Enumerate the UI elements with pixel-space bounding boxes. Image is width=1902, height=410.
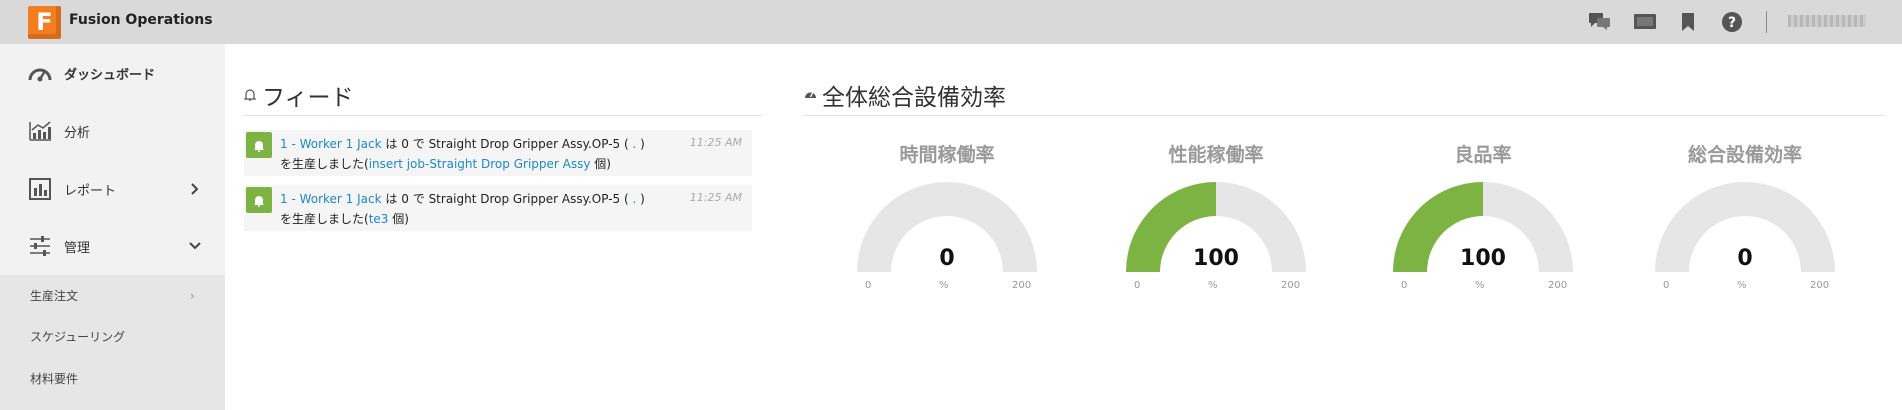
- chevron-right-icon: ›: [190, 289, 195, 303]
- app-title: Fusion Operations: [69, 12, 213, 28]
- gauge-min: 0: [1134, 280, 1141, 291]
- feed-message: 1 - Worker 1 Jack は 0 で Straight Drop Gr…: [280, 134, 690, 174]
- worker-link[interactable]: 1 - Worker 1 Jack: [280, 192, 382, 206]
- bell-icon: [246, 132, 272, 158]
- sidebar-item-management[interactable]: 管理: [0, 217, 225, 275]
- submenu-item-material-requirements[interactable]: 材料要件: [0, 357, 225, 399]
- oee-title: 全体総合設備効率: [822, 85, 1006, 111]
- order-link[interactable]: .: [633, 192, 637, 206]
- feed-timestamp: 11:25 AM: [689, 136, 742, 149]
- feed-qty: 0: [401, 192, 409, 206]
- gauge-title: 性能稼働率: [1168, 144, 1264, 166]
- sidebar: ダッシュボード 分析 レポート 管理 生産注文 › スケジューリング 材料要件: [0, 44, 225, 410]
- submenu-item-label: 材料要件: [30, 372, 79, 386]
- dashboard-gauge-icon: [805, 91, 816, 98]
- oee-header: 全体総合設備効率: [804, 78, 1884, 116]
- bell-icon: [244, 89, 256, 101]
- sidebar-item-label: ダッシュボード: [64, 67, 156, 83]
- management-submenu: 生産注文 › スケジューリング 材料要件: [0, 275, 225, 410]
- feed-item: 1 - Worker 1 Jack は 0 で Straight Drop Gr…: [244, 185, 752, 231]
- feed-text-particle: は: [385, 192, 398, 206]
- monitor-icon[interactable]: [1634, 11, 1656, 33]
- submenu-item-label: スケジューリング: [30, 330, 126, 344]
- bell-icon: [246, 187, 272, 213]
- user-name[interactable]: user: [1788, 15, 1866, 27]
- order-link[interactable]: .: [633, 137, 637, 151]
- chevron-down-icon: [189, 242, 201, 250]
- feed-product: Straight Drop Gripper Assy.OP-5 (: [428, 192, 629, 206]
- sidebar-item-label: 管理: [64, 240, 91, 256]
- feed-unit: 個): [392, 212, 409, 226]
- gauge-unit: %: [1208, 280, 1218, 291]
- gauge-value: 0: [939, 246, 955, 271]
- feed-title: フィード: [262, 85, 354, 111]
- bookmark-icon[interactable]: [1677, 11, 1699, 33]
- feed-text-particle: ): [640, 192, 645, 206]
- gauge-value: 100: [1460, 246, 1506, 271]
- feed-unit: 個): [594, 157, 611, 171]
- feed-timestamp: 11:25 AM: [689, 191, 742, 204]
- chat-icon[interactable]: [1589, 11, 1611, 33]
- feed-text-produced: を生産しました(: [280, 212, 369, 226]
- report-bar-icon: [29, 178, 51, 200]
- submenu-item-label: 生産注文: [30, 289, 79, 303]
- job-link[interactable]: insert job-Straight Drop Gripper Assy: [369, 157, 591, 171]
- submenu-item-production-orders[interactable]: 生産注文 ›: [0, 275, 225, 315]
- gauge-unit: %: [1475, 280, 1485, 291]
- gauge-title: 総合設備効率: [1687, 144, 1802, 166]
- gauge-max: 200: [1012, 280, 1032, 291]
- feed-item: 1 - Worker 1 Jack は 0 で Straight Drop Gr…: [244, 130, 752, 176]
- sidebar-item-label: 分析: [64, 125, 91, 141]
- feed-text-produced: を生産しました(: [280, 157, 369, 171]
- submenu-item-scheduling[interactable]: スケジューリング: [0, 315, 225, 357]
- sidebar-item-label: レポート: [64, 183, 117, 199]
- gauge-min: 0: [1401, 280, 1408, 291]
- top-bar: F Fusion Operations ? user: [0, 0, 1902, 44]
- gauge-min: 0: [1663, 280, 1670, 291]
- sidebar-item-dashboard[interactable]: ダッシュボード: [0, 44, 225, 102]
- gauge-max: 200: [1548, 280, 1568, 291]
- feed-qty: 0: [401, 137, 409, 151]
- svg-text:?: ?: [1728, 15, 1736, 31]
- feed-text-particle: で: [412, 137, 425, 151]
- gauge-value: 0: [1737, 246, 1753, 271]
- gauge-title: 時間稼働率: [899, 144, 995, 166]
- settings-sliders-icon: [30, 236, 50, 256]
- gauge-max: 200: [1810, 280, 1830, 291]
- gauge-max: 200: [1281, 280, 1301, 291]
- gauge-min: 0: [865, 280, 872, 291]
- gauge-performance: 性能稼働率 100 0 % 200: [1116, 140, 1316, 300]
- sidebar-item-analytics[interactable]: 分析: [0, 102, 225, 160]
- gauge-title: 良品率: [1454, 144, 1512, 166]
- feed-text-particle: ): [640, 137, 645, 151]
- feed-text-particle: は: [385, 137, 398, 151]
- chevron-right-icon: [191, 183, 199, 195]
- feed-header: フィード: [244, 78, 762, 116]
- dashboard-gauge-icon: [28, 68, 52, 82]
- topbar-divider: [1766, 11, 1767, 33]
- feed-product: Straight Drop Gripper Assy.OP-5 (: [428, 137, 629, 151]
- gauge-oee: 総合設備効率 0 0 % 200: [1645, 140, 1845, 300]
- worker-link[interactable]: 1 - Worker 1 Jack: [280, 137, 382, 151]
- feed-message: 1 - Worker 1 Jack は 0 で Straight Drop Gr…: [280, 189, 690, 229]
- gauge-unit: %: [1737, 280, 1747, 291]
- sidebar-item-reports[interactable]: レポート: [0, 160, 225, 218]
- gauge-unit: %: [939, 280, 949, 291]
- job-link[interactable]: te3: [369, 212, 389, 226]
- gauge-value: 100: [1193, 246, 1239, 271]
- analytics-chart-icon: [29, 121, 51, 141]
- feed-text-particle: で: [412, 192, 425, 206]
- gauge-availability: 時間稼働率 0 0 % 200: [847, 140, 1047, 300]
- gauge-quality: 良品率 100 0 % 200: [1383, 140, 1583, 300]
- help-icon[interactable]: ?: [1721, 11, 1743, 33]
- app-logo[interactable]: F: [28, 6, 61, 39]
